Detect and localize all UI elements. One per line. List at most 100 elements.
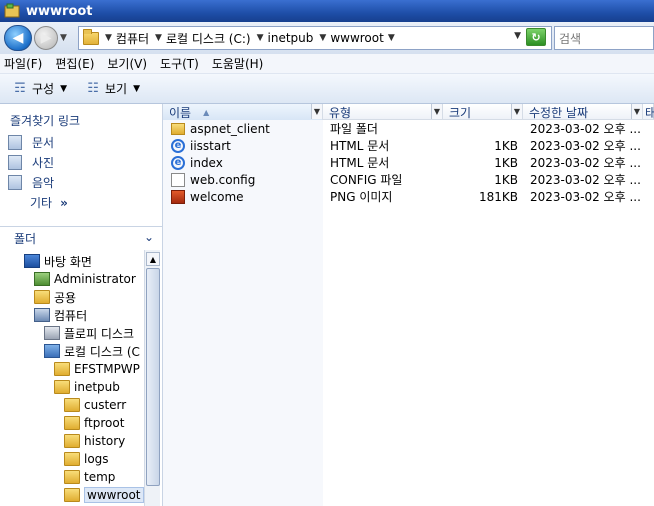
back-button[interactable]: ◀: [4, 25, 32, 51]
forward-button[interactable]: ▶: [34, 26, 58, 50]
file-name: welcome: [190, 189, 244, 204]
file-row[interactable]: welcome PNG 이미지 181KB 2023-03-02 오후 ...: [163, 188, 654, 205]
sort-ascending-icon: ▲: [203, 107, 210, 117]
breadcrumb-item-local-disk[interactable]: 로컬 디스크 (C:): [166, 30, 251, 47]
folder-icon: [64, 452, 80, 466]
column-filter-dropdown-icon[interactable]: ▼: [311, 104, 322, 119]
file-row[interactable]: aspnet_client 파일 폴더 2023-03-02 오후 ...: [163, 120, 654, 137]
favorite-link-label: 음악: [32, 176, 55, 190]
scrollbar-thumb[interactable]: [146, 268, 160, 486]
views-button[interactable]: ☷ 보기 ▼: [85, 80, 140, 97]
views-icon: ☷: [87, 81, 99, 96]
tree-item-public[interactable]: 공용: [34, 288, 76, 306]
file-type: HTML 문서: [330, 156, 390, 170]
column-filter-dropdown-icon[interactable]: ▼: [431, 104, 442, 119]
folder-tree-scrollbar[interactable]: ▲: [144, 250, 160, 506]
folder-icon: [64, 398, 80, 412]
file-date: 2023-03-02 오후 ...: [530, 190, 641, 204]
menu-help[interactable]: 도움말(H): [212, 55, 264, 72]
floppy-drive-icon: [44, 326, 60, 340]
breadcrumb-item-computer[interactable]: 컴퓨터: [116, 30, 149, 47]
column-filter-dropdown-icon[interactable]: ▼: [631, 104, 642, 119]
music-icon: [8, 175, 22, 190]
organize-button[interactable]: ☶ 구성 ▼: [12, 80, 67, 97]
tree-item-logs[interactable]: logs: [64, 450, 109, 468]
column-header-extra[interactable]: 태: [643, 104, 654, 120]
favorite-link-documents[interactable]: 문서: [8, 134, 54, 151]
menu-file[interactable]: 파일(F): [4, 55, 42, 72]
column-header-type[interactable]: 유형 ▼: [323, 104, 443, 120]
file-row[interactable]: web.config CONFIG 파일 1KB 2023-03-02 오후 .…: [163, 171, 654, 188]
file-list-pane: 이름 ▲ ▼ 유형 ▼ 크기 ▼ 수정한 날짜 ▼ 태 aspnet_clien…: [163, 104, 654, 506]
documents-icon: [8, 135, 22, 150]
tree-item-temp[interactable]: temp: [64, 468, 115, 486]
breadcrumb-chevron-icon[interactable]: ▼: [319, 33, 326, 43]
refresh-button[interactable]: ↻: [526, 28, 546, 46]
tree-item-history[interactable]: history: [64, 432, 125, 450]
file-date: 2023-03-02 오후 ...: [530, 173, 641, 187]
recent-pages-dropdown-icon[interactable]: ▼: [60, 33, 70, 43]
column-headers: 이름 ▲ ▼ 유형 ▼ 크기 ▼ 수정한 날짜 ▼ 태: [163, 104, 654, 120]
tree-item-label: temp: [84, 470, 116, 484]
folder-icon: [54, 380, 70, 394]
folder-icon: [171, 122, 185, 135]
file-row[interactable]: e iisstart HTML 문서 1KB 2023-03-02 오후 ...: [163, 137, 654, 154]
column-filter-dropdown-icon[interactable]: ▼: [511, 104, 522, 119]
folders-header[interactable]: 폴더 ⌄: [0, 226, 162, 250]
breadcrumb-chevron-icon[interactable]: ▼: [105, 33, 112, 43]
search-placeholder: 검색: [559, 31, 582, 46]
column-header-label: 이름: [169, 105, 192, 120]
column-header-date[interactable]: 수정한 날짜 ▼: [523, 104, 643, 120]
menu-tools[interactable]: 도구(T): [160, 55, 199, 72]
tree-item-label: 컴퓨터: [54, 308, 88, 323]
breadcrumb-chevron-icon[interactable]: ▼: [388, 33, 395, 43]
tree-item-desktop[interactable]: 바탕 화면: [24, 252, 92, 270]
address-dropdown-icon[interactable]: ▼: [514, 31, 521, 41]
tree-item-label: 바탕 화면: [44, 254, 92, 269]
tree-item-efstmpwp[interactable]: EFSTMPWP: [54, 360, 140, 378]
file-row[interactable]: e index HTML 문서 1KB 2023-03-02 오후 ...: [163, 154, 654, 171]
file-name: iisstart: [190, 138, 231, 153]
tree-item-ftproot[interactable]: ftproot: [64, 414, 124, 432]
pictures-icon: [8, 155, 22, 170]
favorite-links-more[interactable]: 기타 »: [30, 194, 68, 211]
tree-item-label: 로컬 디스크 (C: [64, 344, 140, 359]
chevron-down-icon: ▼: [133, 83, 141, 94]
folder-tree: 바탕 화면 Administrator 공용 컴퓨터 플로피 디스크 로컬 디스…: [0, 250, 144, 506]
navigation-pane: 즐겨찾기 링크 문서 사진 음악 기타 » 폴더 ⌄ 바탕 화면 Administ…: [0, 104, 163, 506]
breadcrumb-chevron-icon[interactable]: ▼: [257, 33, 264, 43]
organize-label: 구성: [32, 82, 55, 96]
breadcrumb-chevron-icon[interactable]: ▼: [155, 33, 162, 43]
tree-item-local-disk[interactable]: 로컬 디스크 (C: [44, 342, 140, 360]
menu-view[interactable]: 보기(V): [107, 55, 147, 72]
computer-icon: [34, 308, 50, 322]
favorite-link-pictures[interactable]: 사진: [8, 154, 54, 171]
tree-item-computer[interactable]: 컴퓨터: [34, 306, 87, 324]
navigation-bar: ◀ ▶ ▼ ▼ 컴퓨터 ▼ 로컬 디스크 (C:) ▼ inetpub ▼ ww…: [0, 22, 654, 54]
tree-item-administrator[interactable]: Administrator: [34, 270, 136, 288]
local-disk-icon: [44, 344, 60, 358]
folder-icon: [64, 470, 80, 484]
tree-item-custerr[interactable]: custerr: [64, 396, 126, 414]
menu-edit[interactable]: 편집(E): [55, 55, 94, 72]
file-size: [433, 120, 518, 137]
address-bar[interactable]: ▼ 컴퓨터 ▼ 로컬 디스크 (C:) ▼ inetpub ▼ wwwroot …: [78, 26, 552, 50]
tree-item-inetpub[interactable]: inetpub: [54, 378, 120, 396]
column-header-name[interactable]: 이름 ▲ ▼: [163, 104, 323, 120]
tree-item-label: ftproot: [84, 416, 125, 430]
tree-item-floppy[interactable]: 플로피 디스크: [44, 324, 134, 342]
folder-icon: [64, 488, 80, 502]
scroll-up-arrow-icon[interactable]: ▲: [146, 252, 160, 266]
column-header-size[interactable]: 크기 ▼: [443, 104, 523, 120]
tree-item-label: 플로피 디스크: [64, 326, 135, 341]
breadcrumb-item-wwwroot[interactable]: wwwroot: [330, 31, 384, 45]
forward-arrow-icon: ▶: [40, 30, 52, 46]
breadcrumb: ▼ 컴퓨터: [105, 30, 149, 47]
tree-item-label: logs: [84, 452, 109, 466]
favorite-link-music[interactable]: 음악: [8, 174, 54, 191]
breadcrumb-item-inetpub[interactable]: inetpub: [268, 31, 314, 45]
file-type: CONFIG 파일: [330, 173, 403, 187]
search-input[interactable]: 검색: [554, 26, 654, 50]
column-header-label: 태: [645, 105, 654, 120]
tree-item-wwwroot[interactable]: wwwroot: [64, 486, 144, 504]
